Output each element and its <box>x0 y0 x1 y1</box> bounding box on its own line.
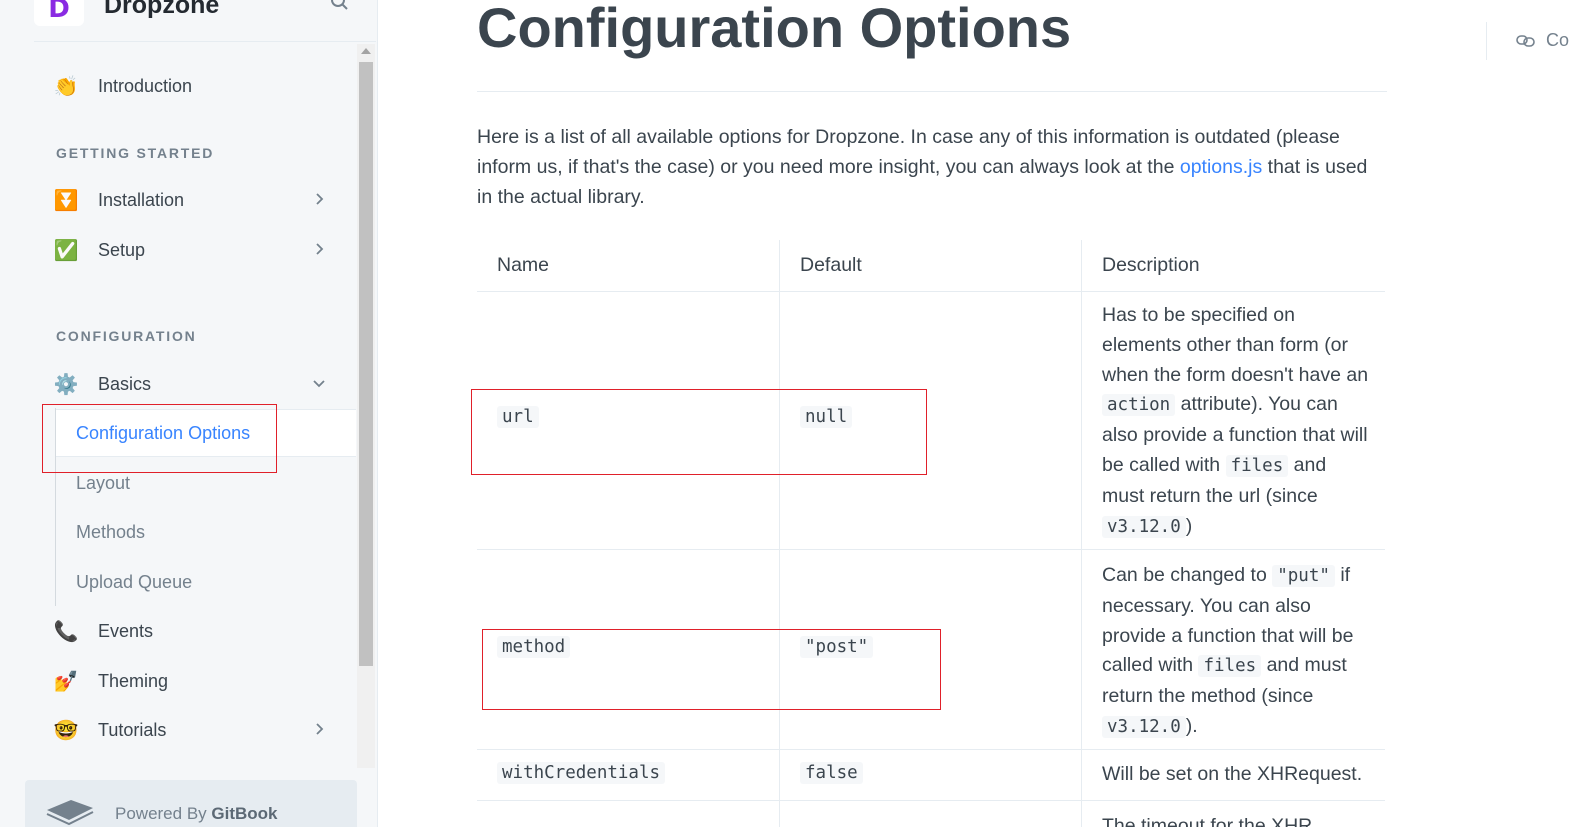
desc-code: "put" <box>1272 565 1335 587</box>
desc-code: action <box>1102 394 1176 417</box>
table-row-next-description: The timeout for the XHR <box>1102 815 1313 827</box>
sidebar-item-label: Basics <box>98 373 152 394</box>
table-row-withcredentials-name: withCredentials <box>497 762 666 784</box>
chevron-right-icon[interactable] <box>312 722 326 736</box>
desc-text: Can be changed to <box>1102 564 1273 586</box>
sidebar-item-methods[interactable]: Methods <box>76 517 145 547</box>
option-default: null <box>800 406 853 428</box>
clapping-hands-icon: 👏 <box>53 74 79 98</box>
search-icon[interactable] <box>330 0 350 14</box>
link-icon <box>1516 34 1535 47</box>
copy-link-button[interactable]: Co <box>1516 30 1569 51</box>
sidebar-item-label: Events <box>98 620 154 641</box>
desc-text: ). <box>1185 714 1198 737</box>
logo-letter: D <box>48 0 70 24</box>
brand-header: D Dropzone <box>34 0 376 42</box>
page-title: Configuration Options <box>477 0 1072 59</box>
table-row-url-name: url <box>497 406 539 428</box>
sidebar-item-setup[interactable]: ✅ Setup <box>52 232 342 268</box>
powered-brand: GitBook <box>211 804 278 823</box>
option-default: "post" <box>800 636 874 658</box>
brand-name[interactable]: Dropzone <box>104 0 219 18</box>
down-arrow-icon: ⏬ <box>53 188 79 212</box>
sidebar-item-theming[interactable]: 💅 Theming <box>52 663 342 699</box>
check-mark-icon: ✅ <box>53 238 79 262</box>
row-divider <box>477 291 1385 292</box>
right-rail-divider <box>1486 22 1487 60</box>
table-row-method-name: method <box>497 636 571 658</box>
sidebar-item-basics[interactable]: ⚙️ Basics <box>52 366 342 402</box>
options-js-link[interactable]: options.js <box>1180 156 1262 178</box>
option-name: url <box>497 406 539 428</box>
telephone-icon: 📞 <box>53 619 79 643</box>
dropzone-logo[interactable]: D <box>34 0 84 26</box>
sidebar-item-configuration-options[interactable]: Configuration Options <box>76 418 250 448</box>
gear-icon: ⚙️ <box>53 372 79 396</box>
option-name: method <box>497 636 571 658</box>
header-default: Default <box>800 254 862 276</box>
main-content: Configuration Options Co Here is a list … <box>378 0 1581 827</box>
row-divider <box>477 549 1385 550</box>
desc-code: files <box>1198 655 1262 678</box>
sidebar-item-layout[interactable]: Layout <box>76 468 130 498</box>
sidebar-item-label: Installation <box>98 189 185 210</box>
chevron-right-icon[interactable] <box>312 192 326 206</box>
desc-text: ) <box>1185 514 1193 537</box>
desc-text: Has to be specified on elements other th… <box>1102 304 1369 386</box>
column-divider <box>1081 240 1082 827</box>
scrollbar-thumb[interactable] <box>359 62 373 666</box>
sidebar-item-label: Theming <box>98 670 169 691</box>
powered-by-text: Powered By GitBook <box>115 804 278 824</box>
right-link-label: Co <box>1546 30 1570 50</box>
option-name: withCredentials <box>497 762 666 784</box>
sidebar-item-events[interactable]: 📞 Events <box>52 613 342 649</box>
table-row-url-default: null <box>800 406 853 428</box>
sidebar: D Dropzone 👏 Introduction GETTING STARTE… <box>0 0 378 827</box>
sidebar-item-label: Tutorials <box>98 719 167 740</box>
powered-by-gitbook[interactable]: Powered By GitBook <box>25 780 357 827</box>
sidebar-item-installation[interactable]: ⏬ Installation <box>52 182 342 218</box>
column-divider <box>779 240 780 827</box>
title-divider <box>477 91 1387 92</box>
section-getting-started: GETTING STARTED <box>56 145 215 161</box>
intro-paragraph: Here is a list of all available options … <box>477 122 1387 212</box>
gitbook-icon <box>46 800 94 826</box>
table-row-withcredentials-default: false <box>800 762 863 784</box>
sidebar-item-label: Setup <box>98 239 146 260</box>
desc-code: v3.12.0 <box>1102 515 1186 538</box>
sidebar-item-label: Introduction <box>98 75 193 96</box>
sidebar-item-introduction[interactable]: 👏 Introduction <box>52 68 342 104</box>
table-row-url-description: Has to be specified on elements other th… <box>1102 301 1372 542</box>
table-row-withcredentials-description: Will be set on the XHRequest. <box>1102 763 1363 785</box>
chevron-down-icon[interactable] <box>312 376 326 390</box>
sidebar-item-tutorials[interactable]: 🤓 Tutorials <box>52 712 342 748</box>
row-divider <box>477 800 1385 801</box>
header-name: Name <box>497 254 550 276</box>
table-row-method-default: "post" <box>800 636 874 658</box>
desc-code: v3.12.0 <box>1102 715 1186 738</box>
nail-polish-icon: 💅 <box>53 669 79 693</box>
nerd-face-icon: 🤓 <box>53 718 79 742</box>
powered-prefix: Powered By <box>115 804 212 823</box>
scroll-up-arrow-icon[interactable] <box>361 48 371 54</box>
section-configuration: CONFIGURATION <box>56 328 197 344</box>
sidebar-item-upload-queue[interactable]: Upload Queue <box>76 567 192 597</box>
row-divider <box>477 749 1385 750</box>
option-default: false <box>800 762 863 784</box>
chevron-right-icon[interactable] <box>312 242 326 256</box>
sidebar-scrollbar[interactable] <box>357 44 375 768</box>
desc-code: files <box>1225 454 1289 477</box>
table-row-method-description: Can be changed to "put" if necessary. Yo… <box>1102 561 1372 743</box>
header-description: Description <box>1102 254 1200 276</box>
